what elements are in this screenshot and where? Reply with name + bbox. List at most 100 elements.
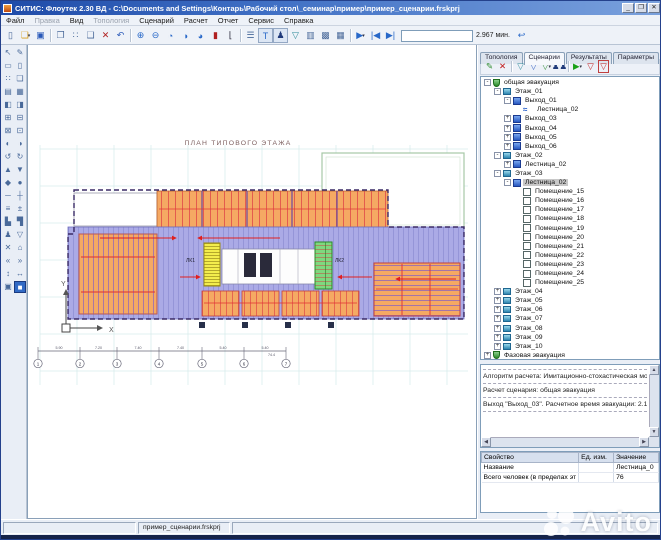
tree-item[interactable]: Помещение_20 [482, 233, 659, 242]
tree-item[interactable]: +Выход_05 [482, 133, 659, 142]
scroll-down-icon[interactable]: ▼ [649, 427, 659, 437]
collapse-icon[interactable]: - [504, 97, 511, 104]
stop-block-icon[interactable]: ▮ [208, 28, 223, 43]
expand-icon[interactable]: + [494, 306, 501, 313]
play-icon[interactable]: ▶▾ [353, 28, 368, 43]
tree-item[interactable]: +Этаж_08 [482, 324, 659, 333]
draw-tool-9-icon[interactable]: ◧ [2, 99, 14, 111]
tree-item[interactable]: Помещение_25 [482, 278, 659, 287]
tab-Параметры[interactable]: Параметры [613, 52, 659, 64]
draw-tool-17-icon[interactable]: ↺ [2, 151, 14, 163]
draw-tool-27-icon[interactable]: ▙ [2, 216, 14, 228]
step-back-icon[interactable]: |◀ [368, 28, 383, 43]
draw-tool-13-icon[interactable]: ⊠ [2, 125, 14, 137]
draw-tool-34-icon[interactable]: » [14, 255, 26, 267]
draw-tool-7-icon[interactable]: ▤ [2, 86, 14, 98]
collapse-icon[interactable]: - [484, 79, 491, 86]
tree-item[interactable]: -Этаж_02 [482, 151, 659, 160]
draw-tool-10-icon[interactable]: ◨ [14, 99, 26, 111]
close-button[interactable]: ✕ [648, 3, 660, 13]
text-tool-icon[interactable]: T [258, 28, 273, 43]
tree-item[interactable]: -общая эвакуация [482, 78, 659, 87]
draw-tool-19-icon[interactable]: ▲ [2, 164, 14, 176]
draw-tool-8-icon[interactable]: ▦ [14, 86, 26, 98]
draw-tool-35-icon[interactable]: ↕ [2, 268, 14, 280]
drawing-canvas[interactable]: ПЛАН ТИПОВОГО ЭТАЖА [27, 45, 477, 519]
scenario-tree[interactable]: -общая эвакуация-Этаж_01-Выход_01≈Лестни… [480, 76, 660, 360]
draw-tool-2-icon[interactable]: ✎ [14, 47, 26, 59]
tree-item[interactable]: Помещение_16 [482, 196, 659, 205]
expand-icon[interactable]: + [504, 115, 511, 122]
save-icon[interactable]: ▣ [33, 28, 48, 43]
menu-Отчет[interactable]: Отчет [213, 16, 244, 25]
tree-item[interactable]: +Этаж_06 [482, 305, 659, 314]
stop-shield-boxed-icon[interactable]: ▽ [597, 60, 610, 73]
draw-tool-28-icon[interactable]: ▜ [14, 216, 26, 228]
tree-item[interactable]: +Выход_04 [482, 123, 659, 132]
delete-icon[interactable]: ✕ [98, 28, 113, 43]
zoom-all-icon[interactable]: ◕ [193, 28, 208, 43]
tree-item[interactable]: +Фазовая эвакуация [482, 351, 659, 360]
tree-item[interactable]: Помещение_23 [482, 260, 659, 269]
draw-tool-23-icon[interactable]: ─ [2, 190, 14, 202]
tree-item[interactable]: Помещение_24 [482, 269, 659, 278]
expand-icon[interactable]: + [494, 315, 501, 322]
tree-item[interactable]: +Выход_03 [482, 114, 659, 123]
menu-Сценарий[interactable]: Сценарий [134, 16, 179, 25]
open-file-icon[interactable]: ❏▾ [18, 28, 33, 43]
tab-Сценарии[interactable]: Сценарии [524, 52, 565, 65]
draw-tool-38-icon[interactable]: ■ [14, 281, 26, 293]
draw-tool-16-icon[interactable]: ◑ [14, 138, 26, 150]
tree-item[interactable]: Помещение_19 [482, 224, 659, 233]
draw-tool-32-icon[interactable]: ⌂ [14, 242, 26, 254]
draw-tool-36-icon[interactable]: ↔ [14, 268, 26, 280]
undo-icon[interactable]: ↶ [113, 28, 128, 43]
tree-item[interactable]: -Выход_01 [482, 96, 659, 105]
run-scenario-icon[interactable]: ▶▾ [571, 60, 584, 73]
tree-item[interactable]: Помещение_17 [482, 205, 659, 214]
tree-item[interactable]: +Этаж_07 [482, 314, 659, 323]
list-icon[interactable]: ☰ [243, 28, 258, 43]
draw-tool-12-icon[interactable]: ⊟ [14, 112, 26, 124]
copy-icon[interactable]: ❐ [53, 28, 68, 43]
log-vertical-scrollbar[interactable]: ▲ ▼ [649, 365, 659, 437]
menu-Сервис[interactable]: Сервис [243, 16, 279, 25]
draw-tool-6-icon[interactable]: ❏ [14, 73, 26, 85]
collapse-icon[interactable]: - [494, 152, 501, 159]
tree-item[interactable]: +Выход_06 [482, 142, 659, 151]
menu-Вид[interactable]: Вид [65, 16, 89, 25]
draw-tool-18-icon[interactable]: ↻ [14, 151, 26, 163]
draw-tool-3-icon[interactable]: ▭ [2, 60, 14, 72]
collapse-icon[interactable]: - [494, 170, 501, 177]
person-tool-icon[interactable]: ♟ [273, 28, 288, 43]
step-forward-icon[interactable]: ▶| [383, 28, 398, 43]
solid-view-icon[interactable]: ▩ [318, 28, 333, 43]
draw-tool-24-icon[interactable]: ┼ [14, 190, 26, 202]
expand-icon[interactable]: + [484, 352, 491, 359]
draw-tool-30-icon[interactable]: ▽ [14, 229, 26, 241]
collapse-icon[interactable]: - [494, 88, 501, 95]
tree-item[interactable]: Помещение_18 [482, 214, 659, 223]
zoom-out-icon[interactable]: ⊖ [148, 28, 163, 43]
draw-tool-33-icon[interactable]: « [2, 255, 14, 267]
expand-icon[interactable]: + [494, 288, 501, 295]
draw-tool-14-icon[interactable]: ⊡ [14, 125, 26, 137]
scroll-up-icon[interactable]: ▲ [649, 365, 659, 375]
edit-scenario-icon[interactable]: ✎ [483, 60, 496, 73]
expand-icon[interactable]: + [504, 125, 511, 132]
draw-tool-4-icon[interactable]: ▯ [14, 60, 26, 72]
stop-shield-icon[interactable]: ▽ [584, 60, 597, 73]
paste-icon[interactable]: ❑ [83, 28, 98, 43]
tree-item[interactable]: ≈Лестница_02 [482, 105, 659, 114]
prop-row[interactable]: НазваниеЛестница_0 [482, 463, 659, 473]
tree-item[interactable]: +Лестница_02 [482, 160, 659, 169]
draw-tool-11-icon[interactable]: ⊞ [2, 112, 14, 124]
draw-tool-5-icon[interactable]: ∷ [2, 73, 14, 85]
draw-tool-15-icon[interactable]: ◐ [2, 138, 14, 150]
expand-icon[interactable]: + [504, 161, 511, 168]
draw-tool-25-icon[interactable]: ≡ [2, 203, 14, 215]
collapse-icon[interactable]: - [504, 179, 511, 186]
expand-icon[interactable]: + [494, 325, 501, 332]
draw-tool-22-icon[interactable]: ● [14, 177, 26, 189]
tree-item[interactable]: +Этаж_09 [482, 333, 659, 342]
